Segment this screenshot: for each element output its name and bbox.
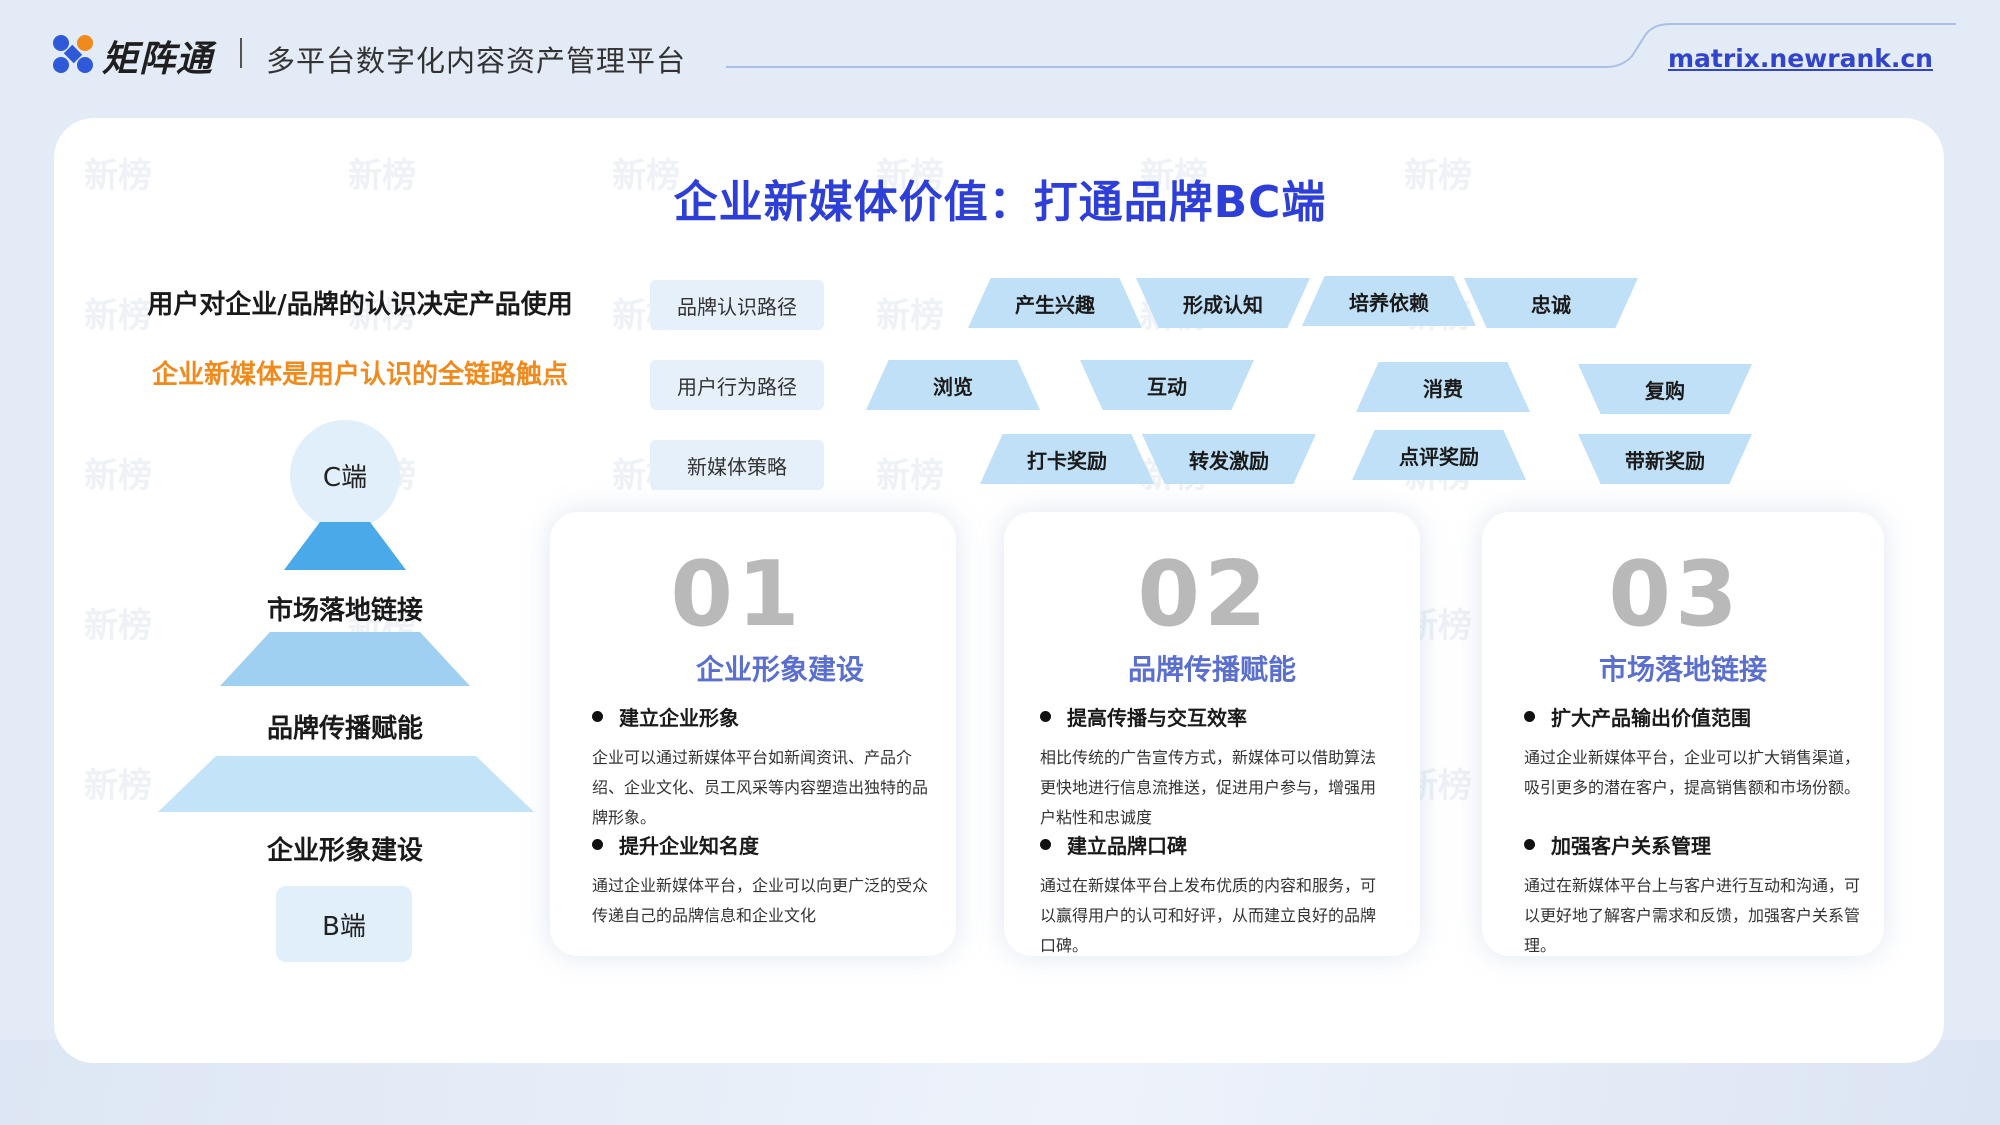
bullet-icon [592,711,603,722]
section-heading: 扩大产品输出价值范围 [1551,706,1751,730]
tag-reliance: 培养依赖 [1302,276,1476,326]
tag-review-reward: 点评奖励 [1352,430,1526,480]
tag-cognition: 形成认知 [1136,278,1310,328]
feature-card-03: 03 市场落地链接 扩大产品输出价值范围 通过企业新媒体平台，企业可以扩大销售渠… [1482,512,1884,956]
card-title: 企业形象建设 [695,653,864,686]
card-section: 加强客户关系管理 通过在新媒体平台上与客户进行互动和沟通，可以更好地了解客户需求… [1524,830,1864,961]
bullet-icon [1524,839,1535,850]
card-number: 03 [1608,542,1742,647]
pyramid-tier-top [284,522,406,570]
section-body: 通过企业新媒体平台，企业可以扩大销售渠道，吸引更多的潜在客户，提高销售额和市场份… [1524,748,1861,797]
row-label-media-strategy: 新媒体策略 [650,440,824,490]
card-section: 提升企业知名度 通过企业新媒体平台，企业可以向更广泛的受众传递自己的品牌信息和企… [592,830,942,931]
tag-referral-reward: 带新奖励 [1578,434,1752,484]
tag-browse: 浏览 [866,360,1040,410]
section-body: 通过企业新媒体平台，企业可以向更广泛的受众传递自己的品牌信息和企业文化 [592,876,929,925]
left-heading: 用户对企业/品牌的认识决定产品使用 [147,290,573,320]
website-link[interactable]: matrix.newrank.cn [1668,44,1933,73]
c-end-circle: C端 [290,420,400,530]
left-subheading: 企业新媒体是用户认识的全链路触点 [151,360,568,390]
tag-consume: 消费 [1356,362,1530,412]
tier-label-market: 市场落地链接 [266,596,423,626]
card-number: 01 [670,542,804,647]
section-body: 通过在新媒体平台上发布优质的内容和服务，可以赢得用户的认可和好评，从而建立良好的… [1040,876,1377,955]
bullet-icon [1040,839,1051,850]
tag-checkin-reward: 打卡奖励 [980,434,1154,484]
row-label-brand-path: 品牌认识路径 [650,280,824,330]
tag-interact: 互动 [1080,360,1254,410]
tag-loyalty: 忠诚 [1464,278,1638,328]
logo-text: 矩阵通 [102,39,214,80]
header-subtitle: 多平台数字化内容资产管理平台 [266,44,687,78]
feature-card-02: 02 品牌传播赋能 提高传播与交互效率 相比传统的广告宣传方式，新媒体可以借助算… [1004,512,1420,956]
card-section: 提高传播与交互效率 相比传统的广告宣传方式，新媒体可以借助算法更快地进行信息流推… [1040,702,1390,833]
header-divider [240,38,242,68]
feature-card-01: 01 企业形象建设 建立企业形象 企业可以通过新媒体平台如新闻资讯、产品介绍、企… [550,512,956,956]
bc-pyramid: C端 市场落地链接 品牌传播赋能 企业形象建设 B端 [150,420,540,980]
section-heading: 建立企业形象 [619,706,739,730]
section-heading: 提高传播与交互效率 [1067,706,1247,730]
b-end-box: B端 [276,886,412,962]
card-number: 02 [1137,542,1271,647]
bullet-icon [1524,711,1535,722]
section-body: 相比传统的广告宣传方式，新媒体可以借助算法更快地进行信息流推送，促进用户参与，增… [1040,748,1377,827]
bullet-icon [592,839,603,850]
card-section: 扩大产品输出价值范围 通过企业新媒体平台，企业可以扩大销售渠道，吸引更多的潜在客… [1524,702,1864,803]
card-section: 建立企业形象 企业可以通过新媒体平台如新闻资讯、产品介绍、企业文化、员工风采等内… [592,702,942,833]
bullet-icon [1040,711,1051,722]
header: 矩阵通 多平台数字化内容资产管理平台 matrix.newrank.cn [0,0,2000,110]
section-heading: 建立品牌口碑 [1067,834,1187,858]
tag-repurchase: 复购 [1578,364,1752,414]
section-heading: 提升企业知名度 [619,834,759,858]
tier-label-image: 企业形象建设 [266,836,423,866]
card-title: 品牌传播赋能 [1127,653,1296,686]
section-body: 企业可以通过新媒体平台如新闻资讯、产品介绍、企业文化、员工风采等内容塑造出独特的… [592,748,929,827]
card-section: 建立品牌口碑 通过在新媒体平台上发布优质的内容和服务，可以赢得用户的认可和好评，… [1040,830,1390,961]
page-title: 企业新媒体价值：打通品牌BC端 [673,177,1327,228]
row-label-behavior-path: 用户行为路径 [650,360,824,410]
card-title: 市场落地链接 [1598,653,1767,686]
pyramid-tier-bottom [158,756,534,812]
tag-interest: 产生兴趣 [968,278,1142,328]
logo-icon [53,35,93,73]
section-body: 通过在新媒体平台上与客户进行互动和沟通，可以更好地了解客户需求和反馈，加强客户关… [1524,876,1861,955]
section-heading: 加强客户关系管理 [1551,834,1711,858]
tier-label-brand: 品牌传播赋能 [266,714,423,744]
pyramid-tier-middle [220,632,470,686]
tag-share-incentive: 转发激励 [1142,434,1316,484]
